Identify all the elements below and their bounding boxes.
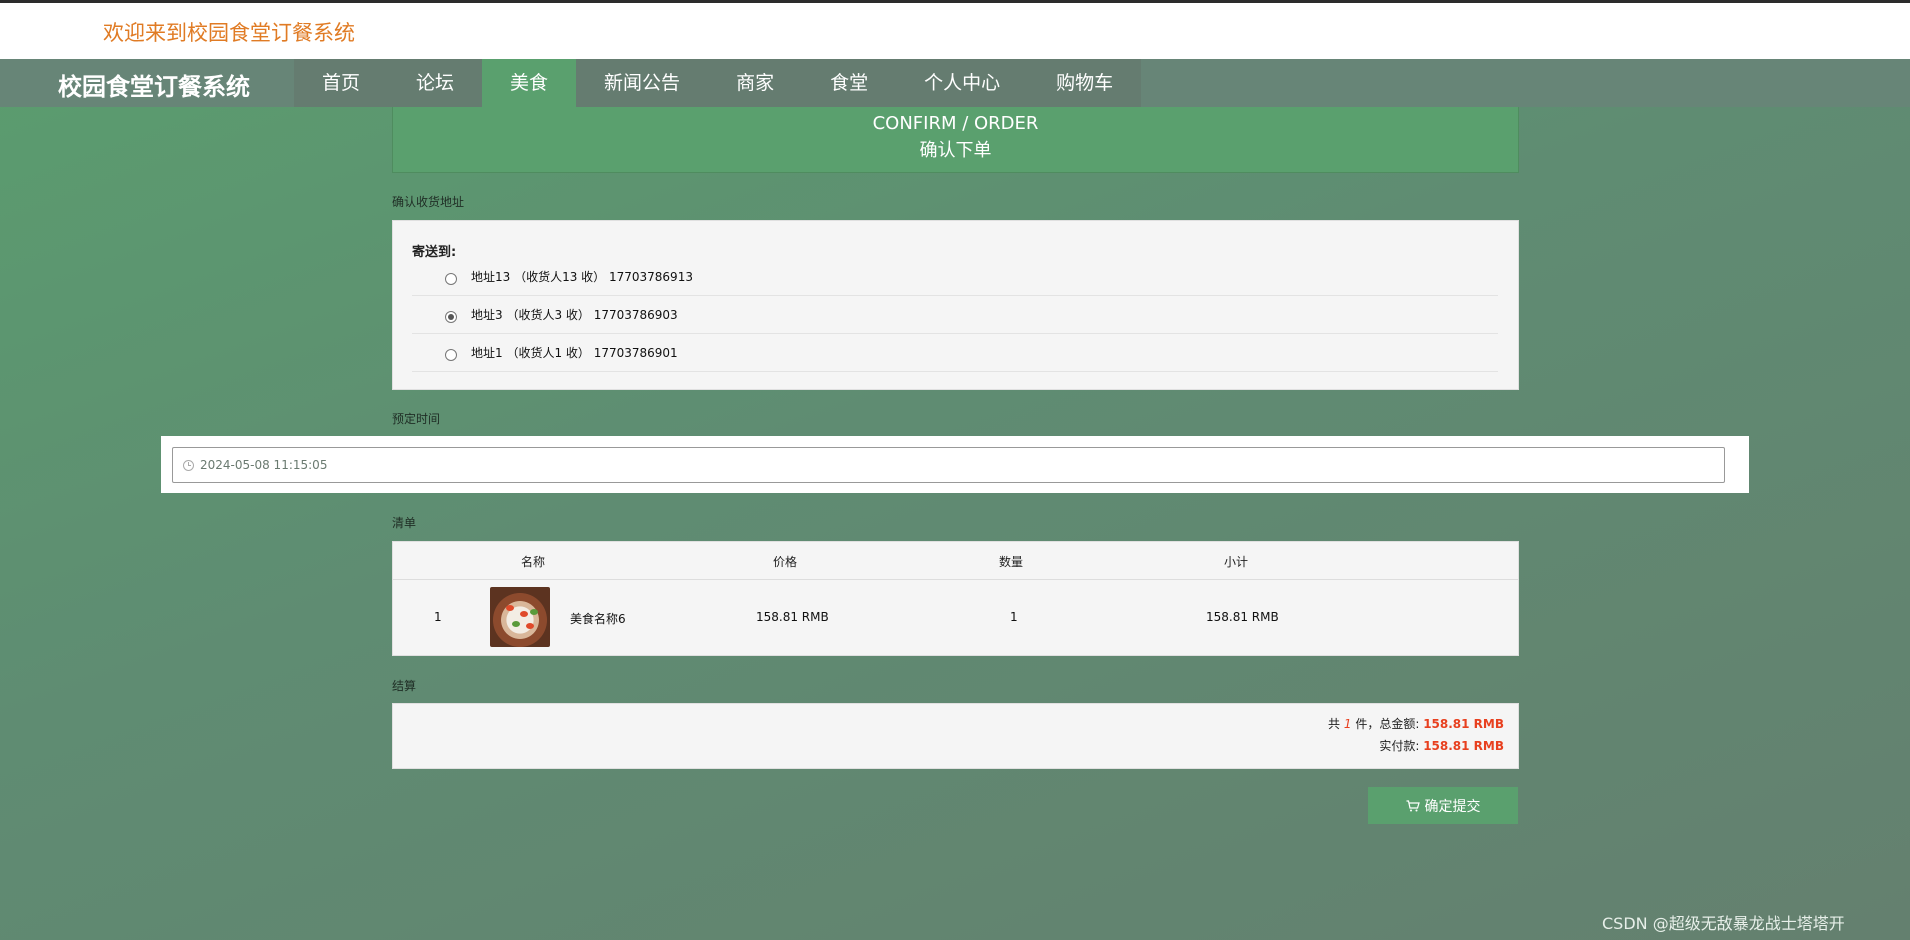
item-count: 1 — [1343, 717, 1352, 731]
food-quantity: 1 — [1010, 610, 1018, 624]
order-list-table: 名称 价格 数量 小计 1 美食名称6 158.81 RMB 1 158.81 … — [392, 541, 1519, 656]
navbar: 校园食堂订餐系统 首页 论坛 美食 新闻公告 商家 食堂 个人中心 购物车 — [0, 59, 1910, 107]
nav-item-profile[interactable]: 个人中心 — [896, 59, 1029, 107]
nav-item-food[interactable]: 美食 — [482, 59, 577, 107]
address-radio[interactable] — [445, 272, 457, 285]
schedule-section-label: 预定时间 — [392, 412, 441, 426]
paid-line: 实付款: 158.81 RMB — [1379, 737, 1504, 754]
table-divider — [393, 579, 1518, 580]
address-panel: 寄送到: 地址13 （收货人13 收） 17703786913 地址3 （收货人… — [392, 220, 1519, 390]
settlement-panel: 共 1 件，总金额: 158.81 RMB 实付款: 158.81 RMB — [392, 703, 1519, 769]
nav-item-canteen[interactable]: 食堂 — [802, 59, 897, 107]
address-text: 地址13 （收货人13 收） 17703786913 — [471, 270, 693, 284]
watermark: CSDN @超级无敌暴龙战士塔塔开 — [1602, 914, 1845, 933]
address-text: 地址3 （收货人3 收） 17703786903 — [471, 308, 678, 322]
settlement-section-label: 结算 — [392, 679, 417, 693]
site-brand[interactable]: 校园食堂订餐系统 — [58, 67, 250, 102]
food-thumbnail — [490, 587, 550, 647]
nav-item-cart[interactable]: 购物车 — [1028, 59, 1142, 107]
nav-item-forum[interactable]: 论坛 — [388, 59, 483, 107]
schedule-panel: 2024-05-08 11:15:05 — [161, 436, 1749, 493]
column-header-name: 名称 — [521, 555, 546, 569]
paid-label: 实付款: — [1379, 739, 1420, 753]
count-suffix: 件，总金额: — [1355, 717, 1420, 731]
address-option[interactable]: 地址3 （收货人3 收） 17703786903 — [412, 296, 1498, 334]
address-radio[interactable] — [445, 348, 457, 361]
banner-title-en: CONFIRM / ORDER — [872, 113, 1039, 134]
column-header-price: 价格 — [773, 555, 798, 569]
column-header-qty: 数量 — [999, 555, 1024, 569]
address-section-label: 确认收货地址 — [392, 195, 465, 209]
nav-menu: 首页 论坛 美食 新闻公告 商家 食堂 个人中心 购物车 — [294, 59, 1142, 107]
address-option[interactable]: 地址13 （收货人13 收） 17703786913 — [412, 258, 1498, 296]
column-header-subtotal: 小计 — [1224, 555, 1249, 569]
count-prefix: 共 — [1328, 717, 1341, 731]
total-line: 共 1 件，总金额: 158.81 RMB — [1328, 715, 1504, 732]
total-amount: 158.81 RMB — [1423, 717, 1504, 731]
submit-order-button[interactable]: 确定提交 — [1368, 787, 1518, 824]
confirm-order-banner: CONFIRM / ORDER 确认下单 — [392, 107, 1519, 173]
schedule-time-input[interactable]: 2024-05-08 11:15:05 — [172, 447, 1725, 483]
paid-amount: 158.81 RMB — [1423, 739, 1504, 753]
list-section-label: 清单 — [392, 516, 417, 530]
food-price: 158.81 RMB — [756, 610, 829, 624]
nav-item-home[interactable]: 首页 — [294, 59, 389, 107]
clock-icon — [183, 459, 194, 471]
food-subtotal: 158.81 RMB — [1206, 610, 1279, 624]
address-radio-selected[interactable] — [445, 310, 457, 323]
welcome-bar: 欢迎来到校园食堂订餐系统 — [0, 3, 1910, 59]
banner-title-cn: 确认下单 — [919, 140, 992, 161]
schedule-time-value: 2024-05-08 11:15:05 — [200, 458, 328, 472]
submit-label: 确定提交 — [1424, 797, 1481, 814]
food-name: 美食名称6 — [570, 612, 626, 626]
cart-icon — [1406, 799, 1420, 811]
row-index: 1 — [434, 610, 442, 624]
nav-item-merchant[interactable]: 商家 — [708, 59, 803, 107]
address-text: 地址1 （收货人1 收） 17703786901 — [471, 346, 678, 360]
address-option[interactable]: 地址1 （收货人1 收） 17703786901 — [412, 334, 1498, 372]
nav-item-news[interactable]: 新闻公告 — [576, 59, 709, 107]
welcome-text: 欢迎来到校园食堂订餐系统 — [103, 21, 355, 45]
